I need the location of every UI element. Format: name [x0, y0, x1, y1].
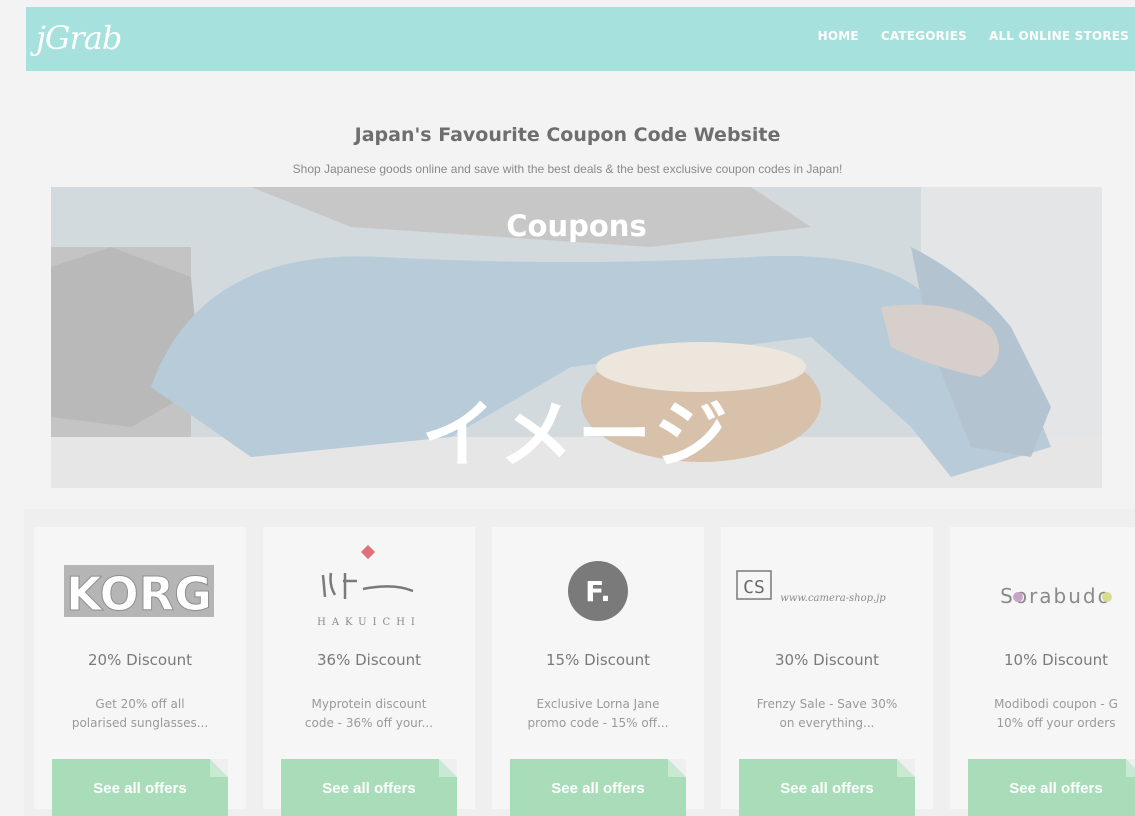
button-label: See all offers [551, 779, 645, 797]
offer-description-line: Modibodi coupon - G [994, 697, 1118, 711]
nav-all-online-stores[interactable]: ALL ONLINE STORES [989, 29, 1129, 43]
button-label: See all offers [322, 779, 416, 797]
see-all-offers-button[interactable]: See all offers [968, 759, 1135, 816]
button-label: See all offers [1009, 779, 1103, 797]
see-all-offers-button[interactable]: See all offers [510, 759, 686, 816]
banner-label: Coupons [506, 209, 647, 243]
hakuichi-logo-text: HAKUICHI [317, 617, 421, 628]
corner-fold-icon [1126, 759, 1135, 777]
store-logo: Sorabudo [950, 545, 1135, 635]
hero-subtitle: Shop Japanese goods online and save with… [292, 162, 843, 176]
korg-logo-text: KORG [66, 567, 212, 621]
offer-description: Frenzy Sale - Save 30% on everything... [731, 695, 923, 733]
cs-logo-text: CS [743, 577, 765, 598]
offer-description-line: code - 36% off your... [304, 716, 434, 730]
discount-label: 30% Discount [775, 651, 879, 669]
camera-shop-logo-text: www.camera-shop.jp [780, 593, 886, 604]
nav-categories[interactable]: CATEGORIES [881, 29, 967, 43]
nav-home[interactable]: HOME [818, 29, 859, 43]
banner-placeholder-text: イメージ [421, 392, 732, 478]
offer-description: Modibodi coupon - G 10% off your orders [960, 695, 1135, 733]
discount-label: 15% Discount [546, 651, 650, 669]
corner-fold-icon [439, 759, 457, 777]
corner-fold-icon [668, 759, 686, 777]
offer-description: Exclusive Lorna Jane promo code - 15% of… [502, 695, 694, 733]
button-label: See all offers [780, 779, 874, 797]
store-logo: KORG [34, 545, 246, 635]
see-all-offers-button[interactable]: See all offers [739, 759, 915, 816]
coupon-cards: KORG 20% Discount Get 20% off all polari… [24, 509, 1135, 816]
see-all-offers-button[interactable]: See all offers [52, 759, 228, 816]
offer-description-line: Frenzy Sale - Save 30% [756, 697, 898, 711]
offer-description-line: Exclusive Lorna Jane [536, 697, 660, 711]
store-logo: HAKUICHI [263, 544, 475, 635]
store-logo: CS www.camera-shop.jp [721, 545, 933, 635]
site-logo[interactable]: jGrab [36, 19, 122, 57]
offer-description-line: 10% off your orders [996, 716, 1116, 730]
offer-description-line: promo code - 15% off... [527, 716, 669, 730]
coupon-card: Sorabudo 10% Discount Modibodi coupon - … [950, 527, 1135, 816]
corner-fold-icon [897, 759, 915, 777]
see-all-offers-button[interactable]: See all offers [281, 759, 457, 816]
main-nav: HOME CATEGORIES ALL ONLINE STORES [818, 29, 1129, 43]
f-logo-text: F. [585, 575, 611, 608]
coupon-card: KORG 20% Discount Get 20% off all polari… [34, 527, 246, 816]
corner-fold-icon [210, 759, 228, 777]
offer-description: Get 20% off all polarised sunglasses... [44, 695, 236, 733]
coupon-card: HAKUICHI 36% Discount Myprotein discount… [263, 527, 475, 816]
offer-description-line: Myprotein discount [311, 697, 427, 711]
discount-label: 10% Discount [1004, 651, 1108, 669]
discount-label: 36% Discount [317, 651, 421, 669]
offer-description-line: Get 20% off all [95, 697, 185, 711]
offer-description: Myprotein discount code - 36% off your..… [273, 695, 465, 733]
offer-description-line: on everything... [779, 716, 875, 730]
coupon-card: F. 15% Discount Exclusive Lorna Jane pro… [492, 527, 704, 816]
offer-description-line: polarised sunglasses... [71, 716, 209, 730]
discount-label: 20% Discount [88, 651, 192, 669]
hero-title: Japan's Favourite Coupon Code Website [354, 124, 781, 146]
coupon-card: CS www.camera-shop.jp 30% Discount Frenz… [721, 527, 933, 816]
store-logo: F. [492, 545, 704, 635]
hero-banner: Coupons イメージ [51, 187, 1102, 488]
button-label: See all offers [93, 779, 187, 797]
site-header: jGrab HOME CATEGORIES ALL ONLINE STORES [26, 7, 1135, 71]
